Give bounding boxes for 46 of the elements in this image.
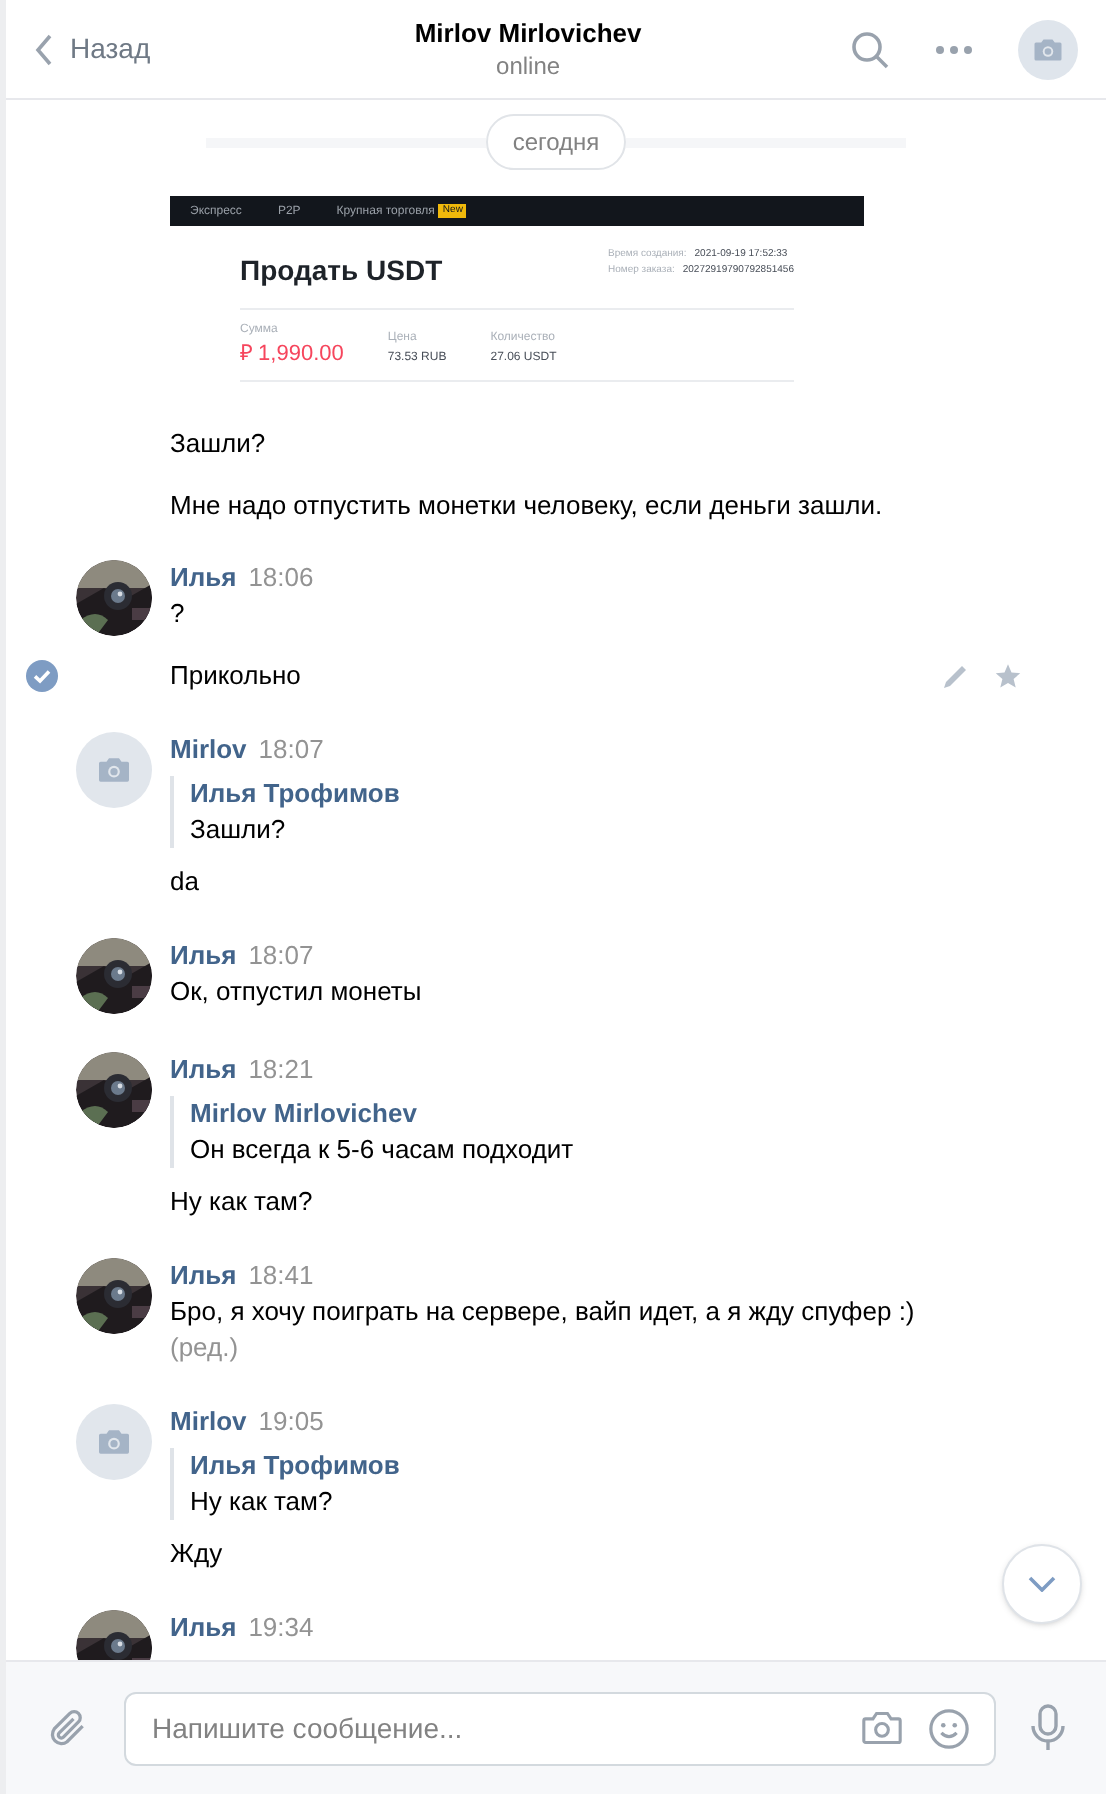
- message-text: Бро, я хочу поиграть на сервере, вайп идет, а я жду спуфер :): [170, 1294, 915, 1330]
- quote-author: Mirlov Mirlovichev: [190, 1096, 417, 1132]
- message-text: Ну как там?: [170, 1184, 313, 1220]
- message-text: Ок, отпустил монеты: [170, 974, 422, 1010]
- message-text: da: [170, 864, 199, 900]
- message-time: 19:05: [258, 1404, 324, 1440]
- message-row[interactable]: da: [6, 864, 1106, 900]
- message-time: 18:06: [248, 560, 314, 596]
- quote-author: Илья Трофимов: [190, 776, 400, 812]
- quote-text: Зашли?: [190, 812, 286, 848]
- author-name[interactable]: Mirlov: [170, 732, 247, 768]
- author-name[interactable]: Илья: [170, 560, 237, 596]
- stat-value: ₽ 1,990.00: [240, 340, 344, 368]
- message-time: 18:41: [248, 1258, 314, 1294]
- message-text: Мне надо отпустить монетки человеку, если деньги зашли.: [170, 488, 883, 524]
- message-row[interactable]: Мне надо отпустить монетки человеку, если деньги зашли.: [6, 488, 1106, 524]
- message-field[interactable]: Напишите сообщение...: [124, 1691, 996, 1765]
- quote-author: Илья Трофимов: [190, 1448, 400, 1484]
- message-row[interactable]: Зашли?: [6, 426, 1106, 462]
- message-text: Жду: [170, 1536, 223, 1572]
- message-row[interactable]: ?: [6, 596, 1106, 632]
- message-time: 18:07: [248, 938, 314, 974]
- message-text: Прикольно: [170, 658, 301, 694]
- message-input[interactable]: Напишите сообщение...: [152, 1707, 836, 1749]
- message-time: 19:34: [248, 1610, 314, 1646]
- edited-label: (ред.): [170, 1330, 239, 1366]
- message-text: ?: [170, 596, 185, 632]
- author-name[interactable]: Mirlov: [170, 1404, 247, 1440]
- message-row[interactable]: Ну как там?: [6, 1184, 1106, 1220]
- chat-status: online: [496, 50, 561, 82]
- message-row[interactable]: Ок, отпустил монеты: [6, 974, 1106, 1010]
- quote-text: Он всегда к 5-6 часам подходит: [190, 1132, 574, 1168]
- message-row[interactable]: Бро, я хочу поиграть на сервере, вайп идет, а я жду спуфер :) (ред.): [6, 1294, 1106, 1366]
- quote-text: Ну как там?: [190, 1484, 333, 1520]
- author-name[interactable]: Илья: [170, 1258, 237, 1294]
- message-row[interactable]: Жду: [6, 1536, 1106, 1572]
- message-time: 18:21: [248, 1052, 314, 1088]
- message-text: Зашли?: [170, 426, 266, 462]
- author-name[interactable]: Илья: [170, 1610, 237, 1646]
- chat-title: Mirlov Mirlovichev: [414, 16, 642, 50]
- message-row-selected[interactable]: Прикольно: [6, 646, 1106, 706]
- author-name[interactable]: Илья: [170, 938, 237, 974]
- message-time: 18:07: [258, 732, 324, 768]
- author-name[interactable]: Илья: [170, 1052, 237, 1088]
- back-button[interactable]: Назад: [34, 28, 151, 70]
- screenshot-title: Продать USDT: [240, 252, 443, 290]
